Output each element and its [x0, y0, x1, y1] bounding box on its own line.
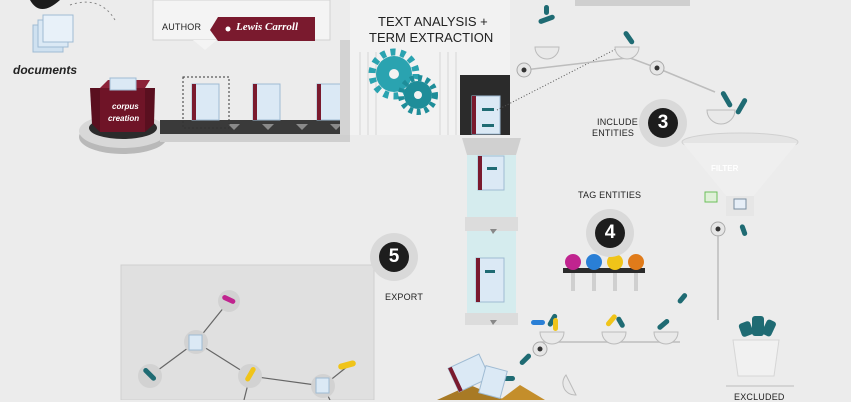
- document-on-belt: [252, 83, 281, 121]
- entity-pill: [720, 91, 733, 108]
- corpus-label-line1: corpus: [112, 102, 139, 111]
- document-on-belt: [191, 83, 220, 121]
- upper-belt: [523, 57, 716, 93]
- entity-pill: [735, 98, 748, 115]
- author-value: Lewis Carroll: [236, 21, 299, 33]
- author-panel-pointer: [193, 40, 217, 50]
- conveyor-belt: [160, 120, 350, 142]
- test-tubes-icon: [563, 254, 645, 291]
- document-in-tube: [475, 257, 505, 303]
- document-in-tube: [477, 155, 505, 191]
- roller-axle: [715, 226, 721, 232]
- network-node: [184, 330, 208, 354]
- entity-pill: [605, 314, 617, 327]
- include-entities-label-line2: ENTITIES: [592, 128, 635, 138]
- entity-pill: [544, 5, 549, 15]
- author-tag-hole: [225, 26, 231, 32]
- filter-label: FILTER: [711, 164, 739, 173]
- network-node: [218, 290, 240, 312]
- export-label: EXPORT: [385, 292, 424, 302]
- trash-bin-icon: [726, 316, 794, 387]
- entity-pill: [677, 293, 688, 304]
- bowl: [534, 46, 560, 60]
- corpus-label-line2: creation: [108, 114, 140, 123]
- include-entities-label-line1: INCLUDE: [597, 117, 638, 127]
- excluded-label: EXCLUDED: [734, 392, 785, 402]
- tag-entities-label: TAG ENTITIES: [578, 190, 642, 200]
- entity-pill: [519, 353, 532, 366]
- extraction-path: [496, 46, 621, 111]
- dotted-connector: [69, 1, 116, 21]
- bowl: [562, 374, 577, 396]
- bowl: [614, 46, 640, 60]
- workflow-diagram: documents AUTHOR Lewis Carroll corpus cr…: [0, 0, 851, 402]
- spilled-box: [437, 353, 545, 400]
- entity-pill: [553, 318, 558, 331]
- entity-pill: [538, 14, 555, 24]
- documents-stack-icon: [32, 14, 74, 53]
- step-three-badge: 3: [648, 108, 678, 138]
- entity-pill: [531, 320, 545, 325]
- author-key: AUTHOR: [162, 22, 202, 32]
- text-analysis-title-line1: TEXT ANALYSIS +: [378, 14, 488, 29]
- network-node: [138, 364, 162, 388]
- documents-label: documents: [13, 63, 78, 77]
- text-analysis-title-line2: TERM EXTRACTION: [369, 30, 494, 45]
- roller-axle: [537, 346, 543, 352]
- filter-funnel-icon: [681, 132, 799, 216]
- entity-pill: [616, 316, 625, 328]
- top-tray: [575, 0, 690, 6]
- analyzed-document: [471, 95, 501, 135]
- network-node: [238, 364, 262, 388]
- step-four-badge: 4: [595, 218, 625, 248]
- entity-pill: [623, 31, 635, 45]
- roller-axle: [521, 67, 527, 73]
- bowl: [706, 109, 736, 125]
- step-one-badge-partial: [30, 0, 60, 9]
- entity-pill: [739, 224, 748, 236]
- step-five-badge: 5: [379, 242, 409, 272]
- document-on-belt: [316, 83, 345, 121]
- network-node: [311, 374, 335, 398]
- entity-pill: [657, 318, 670, 330]
- roller-axle: [654, 65, 660, 71]
